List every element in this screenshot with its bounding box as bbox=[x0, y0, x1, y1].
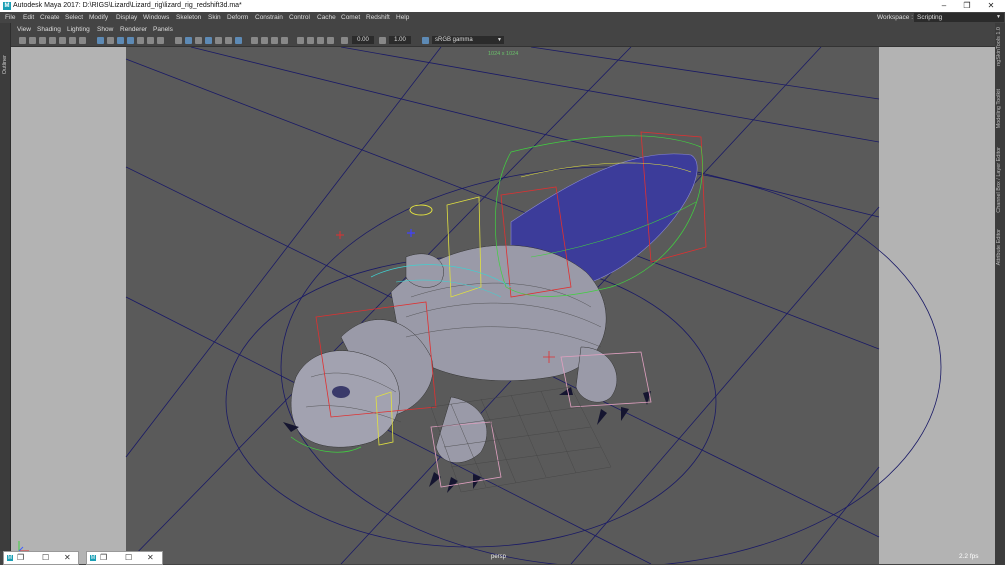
panel-menu-lighting[interactable]: Lighting bbox=[67, 26, 90, 33]
safe-action-icon[interactable] bbox=[147, 37, 154, 44]
viewport-scene bbox=[125, 47, 942, 564]
menu-comet[interactable]: Comet bbox=[341, 14, 360, 21]
isolate-select-icon[interactable] bbox=[297, 37, 304, 44]
menu-skeleton[interactable]: Skeleton bbox=[176, 14, 201, 21]
tab-modeling-toolkit[interactable]: Modeling Toolkit bbox=[996, 89, 1002, 128]
camera-name-label: persp bbox=[491, 554, 507, 560]
menu-redshift[interactable]: Redshift bbox=[366, 14, 390, 21]
window-title: Autodesk Maya 2017: D:\RIGS\Lizard\Lizar… bbox=[13, 2, 242, 9]
menu-select[interactable]: Select bbox=[65, 14, 83, 21]
tab-attribute-editor[interactable]: Attribute Editor bbox=[996, 229, 1002, 265]
minimize-button[interactable]: – bbox=[933, 0, 955, 12]
wireframe-on-shaded-icon[interactable] bbox=[205, 37, 212, 44]
2d-pan-zoom-icon[interactable] bbox=[69, 37, 76, 44]
menu-create[interactable]: Create bbox=[40, 14, 60, 21]
camera-attributes-icon[interactable] bbox=[39, 37, 46, 44]
main-menu-bar: File Edit Create Select Modify Display W… bbox=[0, 12, 1005, 23]
default-material-icon[interactable] bbox=[195, 37, 202, 44]
menu-edit[interactable]: Edit bbox=[23, 14, 34, 21]
maximize-button[interactable]: ☐ bbox=[42, 553, 49, 562]
gate-mask-icon[interactable] bbox=[127, 37, 134, 44]
grid-toggle-icon[interactable] bbox=[97, 37, 104, 44]
color-space-value: sRGB gamma bbox=[435, 37, 473, 43]
shadows-icon[interactable] bbox=[235, 37, 242, 44]
anti-aliasing-icon[interactable] bbox=[271, 37, 278, 44]
close-button[interactable]: ✕ bbox=[980, 0, 1002, 12]
maya-app-icon: M bbox=[90, 555, 96, 561]
textured-icon[interactable] bbox=[215, 37, 222, 44]
bookmarks-icon[interactable] bbox=[49, 37, 56, 44]
film-gate-icon[interactable] bbox=[107, 37, 114, 44]
outliner-tab[interactable]: Outliner bbox=[2, 55, 8, 74]
menu-help[interactable]: Help bbox=[396, 14, 409, 21]
lizard-mesh[interactable] bbox=[283, 153, 698, 493]
gamma-icon[interactable] bbox=[379, 37, 386, 44]
exposure-icon[interactable] bbox=[341, 37, 348, 44]
color-space-dropdown[interactable]: sRGB gamma ▼ bbox=[432, 36, 504, 44]
fps-readout: 2.2 fps bbox=[959, 553, 979, 560]
lock-camera-icon[interactable] bbox=[29, 37, 36, 44]
menu-file[interactable]: File bbox=[5, 14, 15, 21]
motion-blur-icon[interactable] bbox=[261, 37, 268, 44]
menu-cache[interactable]: Cache bbox=[317, 14, 336, 21]
viewport-3d[interactable]: 1024 x 1024 persp 2.2 fps bbox=[11, 47, 995, 564]
menu-display[interactable]: Display bbox=[116, 14, 137, 21]
maximize-button[interactable]: ☐ bbox=[125, 553, 132, 562]
panel-menu-shading[interactable]: Shading bbox=[37, 26, 61, 33]
gamma-field[interactable]: 1.00 bbox=[389, 36, 411, 44]
panel-menu-view[interactable]: View bbox=[17, 26, 31, 33]
resolution-gate-label: 1024 x 1024 bbox=[488, 51, 519, 57]
screen-space-ao-icon[interactable] bbox=[251, 37, 258, 44]
left-tool-strip: Outliner bbox=[0, 23, 11, 551]
tab-channel-box[interactable]: Channel Box / Layer Editor bbox=[996, 147, 1002, 213]
right-tab-strip: ngSkinTools 1.0 Modeling Toolkit Channel… bbox=[995, 23, 1005, 565]
restore-button[interactable]: ❐ bbox=[956, 0, 978, 12]
panel-toolbar: 0.00 1.00 sRGB gamma ▼ bbox=[11, 35, 995, 47]
resolution-gate-icon[interactable] bbox=[117, 37, 124, 44]
grease-pencil-icon[interactable] bbox=[79, 37, 86, 44]
panel-menu-show[interactable]: Show bbox=[97, 26, 113, 33]
panel-menu-bar: View Shading Lighting Show Renderer Pane… bbox=[11, 25, 995, 35]
workspace-dropdown[interactable]: Scripting ▼ bbox=[914, 13, 1004, 22]
depth-of-field-icon[interactable] bbox=[281, 37, 288, 44]
menu-skin[interactable]: Skin bbox=[208, 14, 221, 21]
select-camera-icon[interactable] bbox=[19, 37, 26, 44]
exposure-field[interactable]: 0.00 bbox=[352, 36, 374, 44]
image-plane-icon[interactable] bbox=[59, 37, 66, 44]
title-bar: M Autodesk Maya 2017: D:\RIGS\Lizard\Liz… bbox=[0, 0, 1005, 12]
color-management-icon[interactable] bbox=[422, 37, 429, 44]
field-chart-icon[interactable] bbox=[137, 37, 144, 44]
chevron-down-icon: ▼ bbox=[996, 14, 1001, 20]
tab-ngskintools[interactable]: ngSkinTools 1.0 bbox=[996, 27, 1002, 66]
menu-control[interactable]: Control bbox=[289, 14, 310, 21]
chevron-down-icon: ▼ bbox=[497, 37, 502, 43]
panel-menu-renderer[interactable]: Renderer bbox=[120, 26, 147, 33]
close-button[interactable]: ✕ bbox=[64, 553, 71, 562]
safe-title-icon[interactable] bbox=[157, 37, 164, 44]
wireframe-icon[interactable] bbox=[175, 37, 182, 44]
minimized-window-2[interactable]: M ❐ ☐ ✕ bbox=[86, 551, 163, 565]
maya-app-icon: M bbox=[7, 555, 13, 561]
menu-windows[interactable]: Windows bbox=[143, 14, 169, 21]
maya-app-icon: M bbox=[3, 2, 11, 10]
workspace-value: Scripting bbox=[917, 14, 943, 21]
xray-components-icon[interactable] bbox=[327, 37, 334, 44]
panel-menu-panels[interactable]: Panels bbox=[153, 26, 173, 33]
xray-joints-icon[interactable] bbox=[317, 37, 324, 44]
menu-constrain[interactable]: Constrain bbox=[255, 14, 283, 21]
close-button[interactable]: ✕ bbox=[147, 553, 154, 562]
restore-button[interactable]: ❐ bbox=[17, 553, 24, 562]
menu-deform[interactable]: Deform bbox=[227, 14, 248, 21]
minimized-window-1[interactable]: M ❐ ☐ ✕ bbox=[3, 551, 79, 565]
use-all-lights-icon[interactable] bbox=[225, 37, 232, 44]
xray-icon[interactable] bbox=[307, 37, 314, 44]
menu-modify[interactable]: Modify bbox=[89, 14, 108, 21]
restore-button[interactable]: ❐ bbox=[100, 553, 107, 562]
workspace-label: Workspace : bbox=[877, 14, 914, 21]
smooth-shade-icon[interactable] bbox=[185, 37, 192, 44]
